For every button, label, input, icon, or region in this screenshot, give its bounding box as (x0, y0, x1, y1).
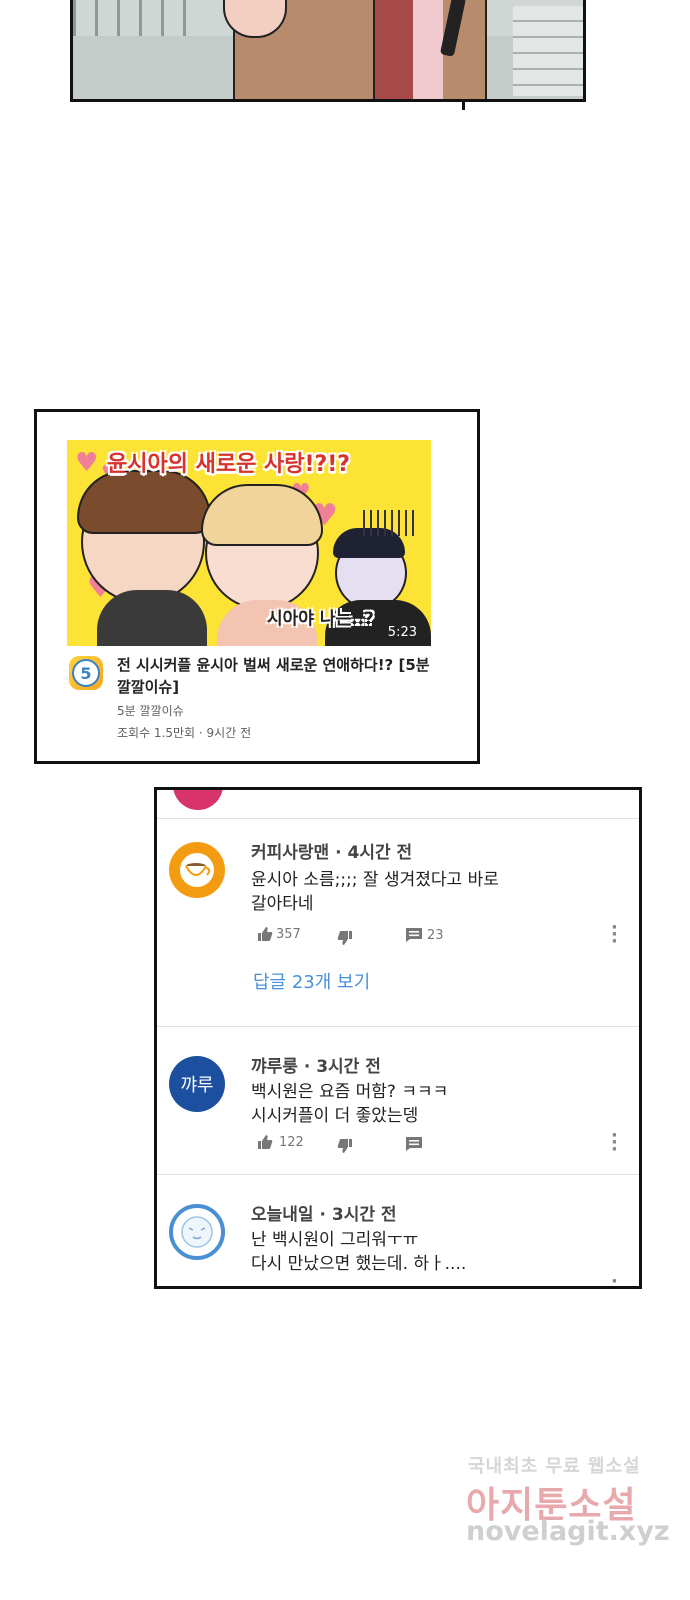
like-button[interactable]: 122 (257, 1134, 304, 1150)
coffee-cup-icon (180, 853, 214, 887)
gloom-lines (363, 510, 417, 536)
comment-text-line: 난 백시원이 그리워ㅜㅠ (251, 1230, 419, 1250)
reply-button[interactable]: 23 (405, 927, 444, 943)
comment-text: 난 백시원이 그리워ㅜㅠ 다시 만났으면 했는데. 하ㅏ.... (251, 1228, 466, 1276)
separator: · (329, 843, 348, 863)
speech-tail (462, 100, 465, 110)
comment-author-line[interactable]: 커피사랑맨 · 4시간 전 (251, 838, 412, 863)
comic-panel-top (70, 0, 586, 102)
video-title[interactable]: 전 시시커플 윤시아 벌써 새로운 연애하다!? [5분 깔깔이슈] (117, 654, 447, 698)
avatar[interactable] (169, 842, 225, 898)
more-options-icon[interactable]: · (611, 1273, 618, 1287)
dislike-button[interactable] (337, 930, 353, 946)
comment-author-line[interactable]: 오늘내일 · 3시간 전 (251, 1200, 397, 1225)
avatar[interactable]: 꺄루 (169, 1056, 225, 1112)
comment-text-line: 다시 만났으면 했는데. 하ㅏ.... (251, 1254, 467, 1274)
comment-text-line: 갈아타네 (251, 894, 314, 914)
channel-badge: 5 (72, 659, 100, 687)
comment-text: 백시원은 요즘 머함? ㅋㅋㅋ 시시커플이 더 좋았는뎅 (251, 1080, 448, 1128)
thumbs-down-icon (337, 931, 352, 945)
reply-icon (406, 1137, 422, 1151)
stairs (513, 6, 583, 96)
shirt (413, 0, 443, 99)
channel-name[interactable]: 5분 깔깔이슈 (117, 702, 184, 719)
tie (373, 0, 417, 99)
comment-author-line[interactable]: 꺄루룽 · 3시간 전 (251, 1052, 381, 1077)
comment-text-line: 백시원은 요즘 머함? ㅋㅋㅋ (251, 1082, 449, 1102)
divider (157, 818, 639, 819)
more-options-icon[interactable]: · · · (611, 919, 618, 951)
video-meta: 조회수 1.5만회 · 9시간 전 (117, 726, 252, 740)
view-replies-link[interactable]: 답글 23개 보기 (253, 968, 370, 994)
divider (157, 1026, 639, 1027)
video-thumbnail[interactable]: ♥ ♥ ♥ ♥ ♥ 윤시아의 새로운 사랑!?!? 시아야 나는..? 5:23 (67, 440, 431, 646)
channel-avatar[interactable]: 5 (69, 656, 103, 690)
like-count: 122 (279, 1134, 304, 1150)
face-icon (181, 1216, 213, 1248)
thumbnail-subtitle: 시아야 나는..? (267, 609, 374, 629)
divider (157, 1174, 639, 1175)
watermark-tagline: 국내최초 무료 웹소설 (468, 1456, 641, 1477)
character-girl-hair (201, 484, 323, 546)
thumbs-up-icon (258, 927, 273, 941)
duration-badge: 5:23 (381, 623, 423, 642)
comment-author[interactable]: 오늘내일 (251, 1205, 314, 1225)
comment-text-line: 시시커플이 더 좋았는뎅 (251, 1106, 419, 1126)
video-card[interactable]: ♥ ♥ ♥ ♥ ♥ 윤시아의 새로운 사랑!?!? 시아야 나는..? 5:23… (34, 409, 480, 764)
separator: · (297, 1057, 317, 1077)
comment-author[interactable]: 커피사랑맨 (251, 843, 329, 863)
comment-time: 3시간 전 (331, 1205, 397, 1225)
reply-count: 23 (427, 927, 444, 943)
character-boy-body (97, 590, 207, 646)
railing (73, 0, 203, 36)
avatar[interactable] (173, 790, 223, 810)
like-count: 357 (276, 926, 301, 942)
thumbnail-title: 윤시아의 새로운 사랑!?!? (107, 452, 351, 477)
comments-panel: 커피사랑맨 · 4시간 전 윤시아 소름;;;; 잘 생겨졌다고 바로 갈아타네… (154, 787, 642, 1289)
avatar[interactable] (169, 1204, 225, 1260)
separator: · (313, 1205, 332, 1225)
thumbs-up-icon (258, 1135, 273, 1149)
comment-text: 윤시아 소름;;;; 잘 생겨졌다고 바로 갈아타네 (251, 868, 499, 916)
comment-time: 4시간 전 (347, 843, 413, 863)
dislike-button[interactable] (337, 1138, 353, 1154)
avatar-text: 꺄루 (180, 1075, 214, 1096)
watermark-url: novelagit.xyz (466, 1516, 670, 1547)
comment-author[interactable]: 꺄루룽 (251, 1057, 298, 1077)
comment-text-line: 윤시아 소름;;;; 잘 생겨졌다고 바로 (251, 870, 499, 890)
like-button[interactable]: 357 (257, 926, 301, 942)
thumbs-down-icon (337, 1139, 352, 1153)
more-options-icon[interactable]: · · · (611, 1127, 618, 1159)
reply-button[interactable] (405, 1136, 423, 1152)
comment-time: 3시간 전 (316, 1057, 381, 1077)
reply-icon (406, 928, 422, 942)
heart-icon: ♥ (75, 448, 99, 478)
character-boy-hair (77, 470, 211, 534)
